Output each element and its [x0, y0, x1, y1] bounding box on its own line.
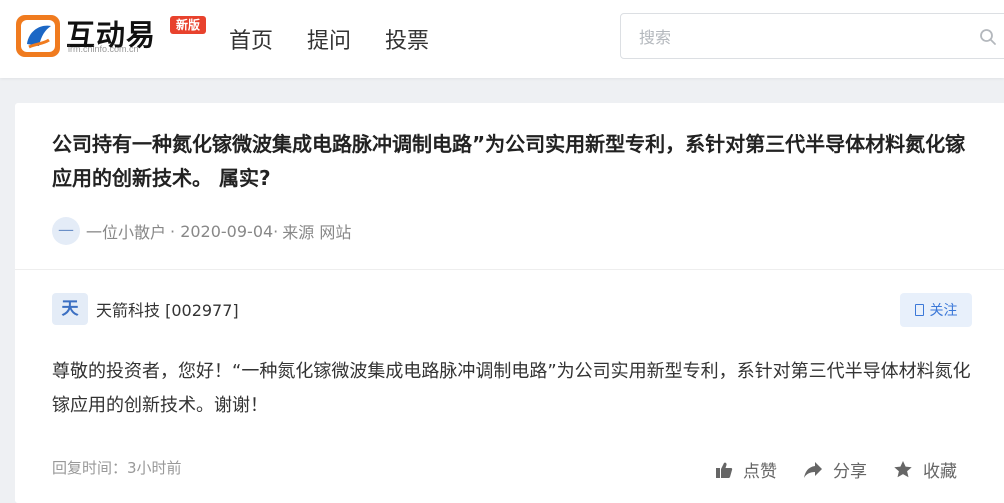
- company-name[interactable]: 天箭科技 [002977]: [96, 297, 239, 321]
- share-button[interactable]: 分享: [803, 457, 867, 482]
- search-input[interactable]: [637, 14, 961, 60]
- logo-subtext: irm.cninfo.com.cn: [68, 44, 139, 54]
- answer-actions: 点赞 分享 收藏: [715, 457, 957, 482]
- question-source: 来源 网站: [282, 223, 352, 242]
- nav-ask[interactable]: 提问: [307, 23, 351, 55]
- new-version-badge: 新版: [170, 16, 207, 34]
- logo-icon[interactable]: [15, 14, 61, 58]
- share-label: 分享: [833, 462, 867, 482]
- divider: [15, 269, 1004, 270]
- follow-button[interactable]: 关注: [900, 293, 972, 327]
- asker-name[interactable]: 一位小散户: [86, 219, 166, 243]
- answer-text: 尊敬的投资者，您好！“一种氮化镓微波集成电路脉冲调制电路”为公司实用新型专利，系…: [52, 361, 971, 416]
- nav-home[interactable]: 首页: [229, 23, 273, 55]
- reply-time: 回复时间：3小时前: [52, 459, 182, 477]
- star-icon: [894, 461, 912, 478]
- like-label: 点赞: [743, 462, 777, 482]
- top-header: 互动易 irm.cninfo.com.cn 新版 首页 提问 投票: [0, 0, 1004, 78]
- search-box: [620, 13, 1004, 60]
- company-info: 天 天箭科技 [002977]: [52, 293, 239, 325]
- bookmark-icon: [914, 304, 924, 316]
- company-avatar[interactable]: 天: [52, 293, 88, 325]
- asker-avatar: —: [52, 217, 80, 245]
- thumbs-up-icon: [716, 462, 733, 478]
- qa-card: 公司持有一种氮化镓微波集成电路脉冲调制电路”为公司实用新型专利，系针对第三代半导…: [15, 103, 1004, 503]
- favorite-button[interactable]: 收藏: [893, 457, 957, 482]
- follow-label: 关注: [929, 303, 958, 319]
- nav-vote[interactable]: 投票: [385, 23, 429, 55]
- main-nav: 首页 提问 投票: [229, 23, 463, 55]
- like-button[interactable]: 点赞: [715, 457, 777, 482]
- question-title: 公司持有一种氮化镓微波集成电路脉冲调制电路”为公司实用新型专利，系针对第三代半导…: [52, 132, 966, 190]
- share-icon: [804, 461, 822, 478]
- search-icon[interactable]: [979, 28, 997, 46]
- question-date: · 2020-09-04·: [170, 221, 279, 241]
- favorite-label: 收藏: [923, 462, 957, 482]
- question-meta: — 一位小散户 · 2020-09-04· 来源 网站: [52, 217, 351, 245]
